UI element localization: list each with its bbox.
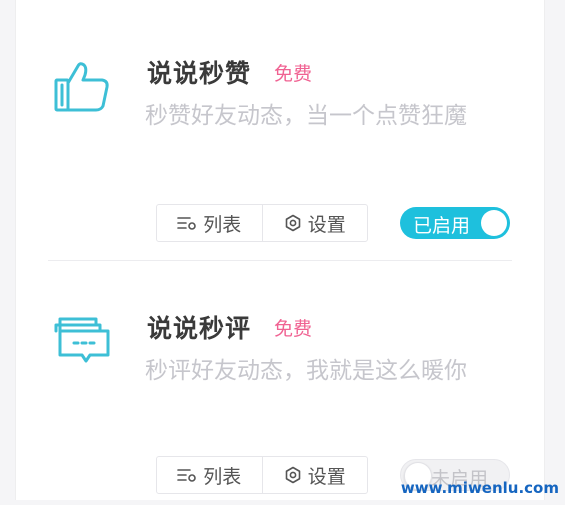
feature-card: 说说秒赞 免费 秒赞好友动态，当一个点赞狂魔 列表 设置 已启用 说说秒评 免费… xyxy=(15,0,545,500)
list-button-label: 列表 xyxy=(203,213,242,236)
feature-like: 说说秒赞 免费 秒赞好友动态，当一个点赞狂魔 列表 设置 已启用 xyxy=(16,0,544,250)
thumbs-up-icon xyxy=(52,56,112,116)
feature-description: 秒评好友动态，我就是这么暖你 xyxy=(145,358,467,384)
toggle-knob xyxy=(481,210,507,236)
site-watermark: www.miwenlu.com xyxy=(400,479,559,497)
feature-description: 秒赞好友动态，当一个点赞狂魔 xyxy=(145,103,467,129)
settings-button[interactable]: 设置 xyxy=(261,205,368,241)
feature-title: 说说秒赞 xyxy=(147,59,252,88)
list-settings-icon xyxy=(177,467,197,483)
settings-button-label: 设置 xyxy=(307,465,346,488)
comment-bubbles-icon xyxy=(52,311,112,371)
settings-button-label: 设置 xyxy=(307,213,346,236)
list-button-label: 列表 xyxy=(203,465,242,488)
action-button-group: 列表 设置 xyxy=(156,204,368,242)
free-badge: 免费 xyxy=(274,63,313,85)
gear-icon xyxy=(284,466,302,484)
list-button[interactable]: 列表 xyxy=(157,205,262,241)
settings-button[interactable]: 设置 xyxy=(261,457,368,493)
gear-icon xyxy=(284,214,302,232)
action-button-group: 列表 设置 xyxy=(156,456,368,494)
feature-comment: 说说秒评 免费 秒评好友动态，我就是这么暖你 列表 设置 未启用 xyxy=(16,255,544,505)
list-button[interactable]: 列表 xyxy=(157,457,262,493)
enable-toggle[interactable]: 已启用 xyxy=(400,207,510,239)
list-settings-icon xyxy=(177,215,197,231)
feature-title: 说说秒评 xyxy=(147,314,252,343)
toggle-label: 已启用 xyxy=(413,215,471,237)
free-badge: 免费 xyxy=(274,318,313,340)
